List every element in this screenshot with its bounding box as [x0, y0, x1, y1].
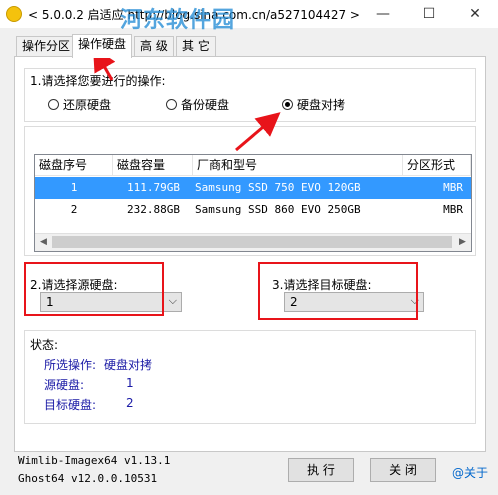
- title-bar: < 5.0.0.2 启适应 http://blog.sina.com.cn/a5…: [0, 0, 498, 33]
- radio-label: 硬盘对拷: [297, 98, 346, 112]
- status-title: 状态:: [30, 338, 59, 352]
- table-row[interactable]: 2 232.88GB Samsung SSD 860 EVO 250GB MBR: [35, 199, 471, 221]
- column-header-index[interactable]: 磁盘序号: [35, 155, 113, 175]
- cell-capacity: 111.79GB: [127, 181, 180, 194]
- cell-capacity: 232.88GB: [127, 203, 180, 216]
- column-header-capacity[interactable]: 磁盘容量: [113, 155, 193, 175]
- tab-other[interactable]: 其 它: [176, 36, 216, 57]
- horizontal-scrollbar[interactable]: ◀ ▶: [35, 233, 471, 251]
- cell-index: 2: [70, 203, 78, 216]
- status-operation-label: 所选操作:: [44, 358, 97, 372]
- close-window-button[interactable]: ✕: [452, 0, 498, 28]
- radio-restore-disk[interactable]: 还原硬盘: [48, 96, 111, 113]
- close-button[interactable]: 关 闭: [370, 458, 436, 482]
- status-target-value: 2: [126, 396, 134, 410]
- radio-backup-disk[interactable]: 备份硬盘: [166, 96, 229, 113]
- radio-indicator: [48, 99, 59, 110]
- cell-scheme: MBR: [443, 203, 463, 216]
- cell-scheme: MBR: [443, 181, 463, 194]
- radio-label: 备份硬盘: [181, 98, 230, 112]
- column-header-model[interactable]: 厂商和型号: [193, 155, 403, 175]
- execute-button[interactable]: 执 行: [288, 458, 354, 482]
- tab-partition-ops[interactable]: 操作分区: [16, 36, 77, 57]
- status-source-value: 1: [126, 376, 134, 390]
- radio-indicator: [166, 99, 177, 110]
- radio-label: 还原硬盘: [63, 98, 112, 112]
- minimize-button[interactable]: —: [360, 0, 406, 28]
- status-target-label: 目标硬盘:: [44, 398, 97, 412]
- ghost-version: Ghost64 v12.0.0.10531: [18, 472, 158, 485]
- scroll-thumb[interactable]: [52, 236, 452, 248]
- highlight-box-source: [24, 262, 164, 316]
- table-header: 磁盘序号 磁盘容量 厂商和型号 分区形式: [35, 155, 471, 176]
- wimlib-version: Wimlib-Imagex64 v1.13.1: [18, 454, 171, 467]
- window-title: < 5.0.0.2 启适应 http://blog.sina.com.cn/a5…: [28, 8, 360, 22]
- operation-label: 1.请选择您要进行的操作:: [30, 74, 166, 88]
- maximize-button[interactable]: ☐: [406, 0, 452, 28]
- cell-model: Samsung SSD 860 EVO 250GB: [195, 203, 361, 216]
- tab-disk-ops[interactable]: 操作硬盘: [72, 34, 133, 58]
- scroll-left-icon[interactable]: ◀: [35, 234, 52, 251]
- status-source-label: 源硬盘:: [44, 378, 85, 392]
- radio-disk-copy[interactable]: 硬盘对拷: [282, 96, 345, 113]
- app-icon: [6, 6, 22, 22]
- scroll-right-icon[interactable]: ▶: [454, 234, 471, 251]
- table-row-selected[interactable]: 1 111.79GB Samsung SSD 750 EVO 120GB MBR: [35, 177, 471, 199]
- highlight-box-target: [258, 262, 418, 320]
- column-header-scheme[interactable]: 分区形式: [403, 155, 471, 175]
- radio-indicator-selected: [282, 99, 293, 110]
- chevron-down-icon: ⌵: [168, 294, 177, 307]
- about-link[interactable]: @关于: [452, 464, 488, 481]
- cell-model: Samsung SSD 750 EVO 120GB: [195, 181, 361, 194]
- tab-advanced[interactable]: 高 级: [134, 36, 174, 57]
- status-operation-value: 硬盘对拷: [104, 358, 153, 372]
- disk-table[interactable]: 磁盘序号 磁盘容量 厂商和型号 分区形式 1 111.79GB Samsung …: [34, 154, 472, 252]
- cell-index: 1: [70, 181, 78, 194]
